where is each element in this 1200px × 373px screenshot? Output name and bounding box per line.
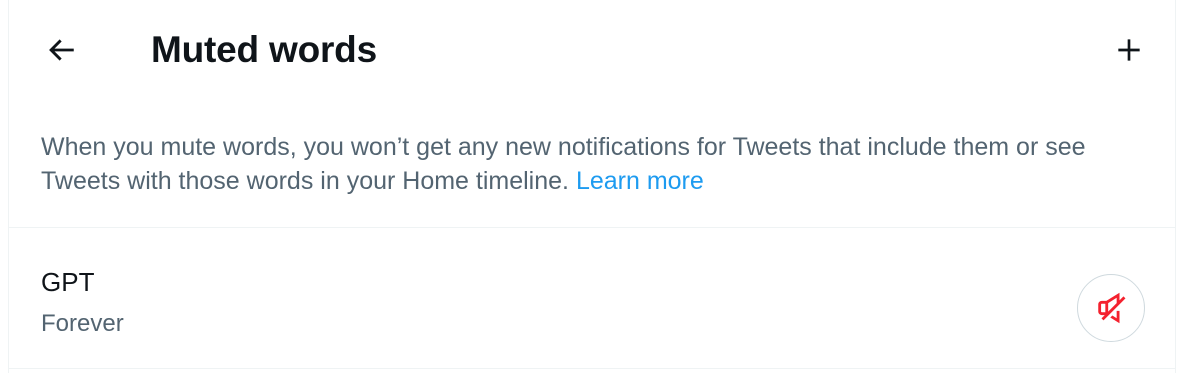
page-title: Muted words bbox=[151, 29, 377, 70]
description-text: When you mute words, you won’t get any n… bbox=[41, 133, 1086, 195]
muted-words-panel: Muted words When you mute words, you won… bbox=[8, 0, 1176, 373]
muted-word: GPT bbox=[41, 267, 95, 297]
speaker-muted-icon bbox=[1098, 292, 1126, 324]
arrow-left-icon bbox=[49, 39, 74, 61]
divider bbox=[9, 368, 1175, 369]
muted-word-duration: Forever bbox=[41, 310, 124, 337]
learn-more-link[interactable]: Learn more bbox=[576, 167, 704, 195]
unmute-button[interactable] bbox=[1077, 274, 1145, 342]
header: Muted words bbox=[9, 0, 1175, 100]
add-muted-word-button[interactable] bbox=[1107, 28, 1151, 72]
muted-words-description: When you mute words, you won’t get any n… bbox=[41, 130, 1151, 198]
back-button[interactable] bbox=[39, 28, 83, 72]
muted-word-item[interactable]: GPT Forever bbox=[9, 228, 1175, 368]
plus-icon bbox=[1118, 39, 1140, 61]
